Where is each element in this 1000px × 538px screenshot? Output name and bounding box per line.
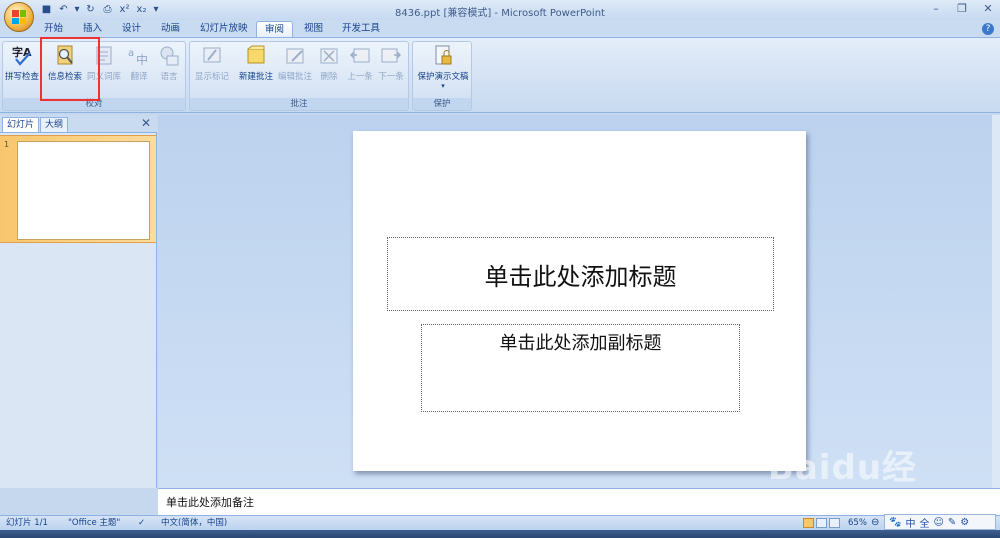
previous-comment-button[interactable]: 上一条 xyxy=(346,44,374,82)
svg-text:中: 中 xyxy=(136,52,148,67)
spell-status-icon[interactable]: ✓ xyxy=(138,518,145,529)
next-comment-button[interactable]: 下一条 xyxy=(376,44,406,82)
slide-count: 幻灯片 1/1 xyxy=(6,518,48,528)
language-button[interactable]: 语言 xyxy=(155,44,183,82)
spell-check-icon: 字A xyxy=(12,45,32,66)
ime-toolbar: 🐾 中 全 ☺ ✎ ⚙ xyxy=(884,514,996,530)
comments-group: 显示标记 新建批注 编辑批注 删除 上一条 下一条 批注 xyxy=(189,41,409,111)
slide-canvas[interactable]: 单击此处添加标题 单击此处添加副标题 xyxy=(353,131,806,471)
next-comment-icon xyxy=(381,48,402,63)
notes-pane[interactable]: 单击此处添加备注 xyxy=(158,488,1000,515)
status-bar: 幻灯片 1/1 "Office 主题" ✓ 中文(简体，中国) 65% ⊖ xyxy=(0,515,1000,530)
slide-number: 1 xyxy=(4,140,10,149)
delete-comment-icon xyxy=(320,48,338,64)
language-icon xyxy=(160,46,179,66)
tab-developer[interactable]: 开发工具 xyxy=(334,21,388,38)
edit-comment-icon xyxy=(286,48,304,64)
minimize-icon[interactable]: – xyxy=(928,2,944,16)
zoom-out-icon[interactable]: ⊖ xyxy=(871,517,879,528)
tab-insert[interactable]: 插入 xyxy=(75,21,110,38)
language-status[interactable]: 中文(简体，中国) xyxy=(161,518,227,529)
tab-design[interactable]: 设计 xyxy=(114,21,149,38)
chevron-down-icon: ▾ xyxy=(441,82,445,90)
title-bar: ■ ↶ ▾ ↻ ⎙ x² x₂ ▾ 8436.ppt [兼容模式] - Micr… xyxy=(0,0,1000,32)
slide-sorter-view-icon[interactable] xyxy=(816,518,827,528)
show-markup-button[interactable]: 显示标记 xyxy=(192,44,232,82)
protect-presentation-icon xyxy=(435,45,452,65)
slide-thumbnail-item[interactable]: 1 xyxy=(0,135,156,243)
window-title: 8436.ppt [兼容模式] - Microsoft PowerPoint xyxy=(395,8,605,19)
normal-view-icon[interactable] xyxy=(803,518,814,528)
translate-button[interactable]: a 中 翻译 xyxy=(125,44,153,82)
new-comment-icon xyxy=(247,45,265,64)
translate-icon: a 中 xyxy=(128,48,148,67)
office-button[interactable] xyxy=(4,2,34,32)
slides-panel: 幻灯片 大纲 ✕ 1 xyxy=(0,115,157,488)
tab-slides[interactable]: 幻灯片 xyxy=(2,117,40,132)
slide-show-view-icon[interactable] xyxy=(829,518,840,528)
slide-thumbnail[interactable] xyxy=(17,141,150,240)
emoji-icon[interactable]: ☺ xyxy=(933,517,943,528)
ribbon-tabs: 开始 插入 设计 动画 幻灯片放映 审阅 视图 开发工具 ? xyxy=(0,20,1000,38)
close-icon[interactable]: ✕ xyxy=(980,2,996,16)
view-buttons xyxy=(803,518,840,528)
ime-fullwidth[interactable]: 全 xyxy=(919,515,929,530)
vertical-scrollbar[interactable] xyxy=(992,115,1000,488)
previous-comment-icon xyxy=(349,48,370,63)
spell-check-button[interactable]: 字A 拼写检查 xyxy=(5,44,39,82)
tab-slide-show[interactable]: 幻灯片放映 xyxy=(192,21,256,38)
new-comment-button[interactable]: 新建批注 xyxy=(236,44,276,82)
panel-tabs: 幻灯片 大纲 ✕ xyxy=(0,115,157,133)
subtitle-placeholder[interactable]: 单击此处添加副标题 xyxy=(421,324,740,412)
office-logo-icon xyxy=(12,10,26,24)
show-markup-icon xyxy=(203,47,221,63)
taskbar xyxy=(0,530,1000,538)
pen-icon[interactable]: ✎ xyxy=(948,517,956,528)
protect-group-label: 保护 xyxy=(413,98,471,110)
tab-outline[interactable]: 大纲 xyxy=(40,117,69,132)
restore-icon[interactable]: ❐ xyxy=(954,2,970,16)
help-icon[interactable]: ? xyxy=(982,23,994,35)
ime-mode-chinese[interactable]: 中 xyxy=(905,515,915,530)
slide-editing-area: 单击此处添加标题 单击此处添加副标题 xyxy=(158,115,1000,488)
paw-icon[interactable]: 🐾 xyxy=(889,517,901,528)
comments-group-label: 批注 xyxy=(190,98,408,110)
tab-review[interactable]: 审阅 xyxy=(256,21,294,38)
ribbon: 字A 拼写检查 信息检索 同义词库 a 中 翻译 语言 校对 显示标记 新建批注… xyxy=(0,37,1000,113)
tab-animations[interactable]: 动画 xyxy=(153,21,188,38)
zoom-level[interactable]: 65% xyxy=(848,518,867,528)
protect-presentation-button[interactable]: 保护演示文稿 ▾ xyxy=(415,44,471,90)
edit-comment-button[interactable]: 编辑批注 xyxy=(276,44,314,82)
delete-comment-button[interactable]: 删除 xyxy=(316,44,342,82)
tab-view[interactable]: 视图 xyxy=(296,21,331,38)
svg-text:a: a xyxy=(128,48,134,59)
close-panel-icon[interactable]: ✕ xyxy=(141,116,151,130)
protect-group: 保护演示文稿 ▾ 保护 xyxy=(412,41,472,111)
svg-text:字A: 字A xyxy=(12,45,32,59)
title-placeholder[interactable]: 单击此处添加标题 xyxy=(387,237,774,311)
settings-icon[interactable]: ⚙ xyxy=(960,517,969,528)
tab-home[interactable]: 开始 xyxy=(36,21,71,38)
theme-name: "Office 主题" xyxy=(68,518,121,528)
highlight-rectangle xyxy=(40,37,100,101)
window-controls: – ❐ ✕ xyxy=(928,2,996,16)
